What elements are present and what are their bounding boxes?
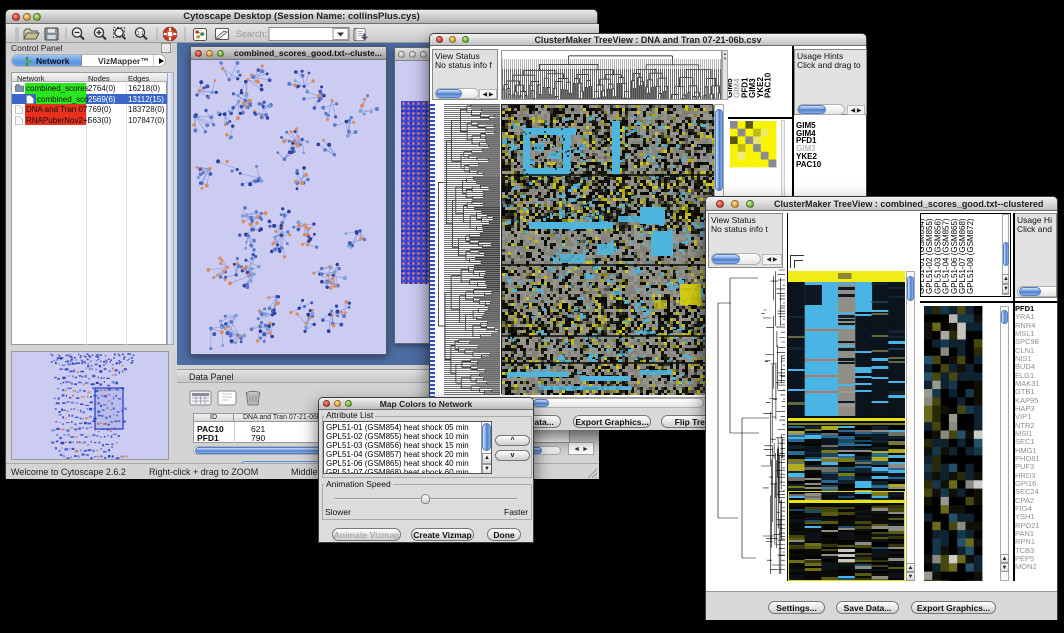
svg-text:GPL51-08 (GSM872): GPL51-08 (GSM872) xyxy=(966,218,975,294)
svg-text:1:1: 1:1 xyxy=(137,31,144,37)
svg-text:PAC10: PAC10 xyxy=(764,72,773,98)
svg-text:Search:: Search: xyxy=(236,29,267,39)
